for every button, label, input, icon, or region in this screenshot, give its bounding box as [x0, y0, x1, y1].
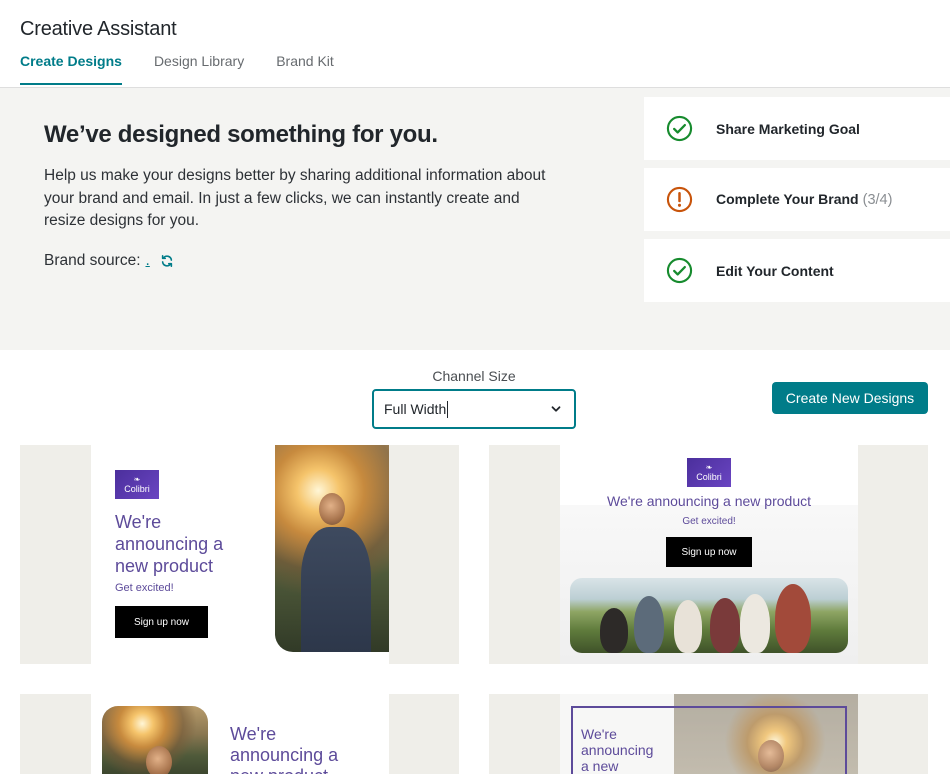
- design-preview: We're announcing a new: [560, 694, 858, 774]
- step-label: Complete Your Brand (3/4): [716, 191, 893, 208]
- design-headline: We're announcing a new product: [607, 493, 811, 509]
- design-cta-button: Sign up now: [115, 606, 208, 638]
- check-circle-icon: [666, 115, 693, 142]
- step-label: Share Marketing Goal: [716, 120, 860, 137]
- headline-line: announcing a: [115, 534, 224, 554]
- channel-size-select[interactable]: Full Width: [372, 389, 576, 429]
- brand-logo: ❧ Colibri: [687, 458, 731, 487]
- text-cursor: [447, 400, 449, 418]
- tab-bar: Create Designs Design Library Brand Kit: [20, 53, 366, 85]
- tab-design-library[interactable]: Design Library: [154, 53, 244, 85]
- headline-line: We're: [581, 726, 617, 742]
- headline-line: We're: [230, 724, 277, 744]
- photo-person: [740, 594, 770, 653]
- check-circle-icon: [666, 257, 693, 284]
- tab-brand-kit[interactable]: Brand Kit: [276, 53, 334, 85]
- hero-title: We’ve designed something for you.: [44, 121, 438, 148]
- design-card-3[interactable]: We're announcing a new product: [20, 694, 459, 774]
- setup-steps: Share Marketing Goal Complete Your Brand…: [644, 97, 950, 310]
- headline-line: a new: [581, 758, 619, 774]
- design-cta-button: Sign up now: [666, 537, 752, 567]
- design-subtext: Get excited!: [115, 582, 174, 594]
- photo-person: [634, 596, 664, 653]
- design-headline: We're announcing a new: [581, 726, 653, 774]
- photo-figure-body: [301, 527, 371, 652]
- brand-source-link[interactable]: .: [146, 252, 150, 270]
- headline-line: new product: [115, 556, 214, 576]
- brand-source-label: Brand source:: [44, 252, 141, 269]
- step-edit-your-content[interactable]: Edit Your Content: [644, 239, 950, 302]
- design-card-4[interactable]: We're announcing a new: [489, 694, 928, 774]
- photo-figure-head: [146, 746, 172, 774]
- logo-text: Colibri: [124, 484, 150, 494]
- design-card-1[interactable]: ❧ Colibri We're announcing a new product…: [20, 445, 459, 664]
- headline-line: new product: [230, 766, 338, 774]
- photo-figure-head: [319, 493, 345, 525]
- design-preview: We're announcing a new product: [91, 694, 389, 774]
- channel-size-value: Full Width: [384, 401, 447, 417]
- design-headline: We're announcing a new product: [230, 724, 338, 774]
- design-headline: We're announcing a new product: [115, 511, 223, 577]
- create-new-designs-button[interactable]: Create New Designs: [772, 382, 928, 414]
- photo-person: [710, 598, 740, 653]
- brand-logo: ❧ Colibri: [115, 470, 159, 499]
- design-preview: ❧ Colibri We're announcing a new product…: [560, 445, 858, 664]
- step-label: Edit Your Content: [716, 262, 834, 279]
- hero-description: Help us make your designs better by shar…: [44, 167, 546, 229]
- design-preview: ❧ Colibri We're announcing a new product…: [91, 445, 389, 664]
- chevron-down-icon: [551, 406, 561, 412]
- step-complete-your-brand[interactable]: Complete Your Brand (3/4): [644, 168, 950, 231]
- headline-line: announcing a: [230, 745, 339, 765]
- headline-line: announcing: [581, 742, 654, 758]
- refresh-icon[interactable]: [160, 254, 174, 268]
- warning-circle-icon: [666, 186, 693, 213]
- photo-person: [600, 608, 628, 653]
- brand-source: Brand source: .: [44, 252, 174, 270]
- logo-text: Colibri: [696, 472, 722, 482]
- creative-assistant-app: Creative Assistant Create Designs Design…: [0, 0, 950, 774]
- channel-size-label: Channel Size: [432, 368, 516, 384]
- headline-line: We're: [115, 512, 162, 532]
- design-subtext: Get excited!: [682, 516, 736, 527]
- man-wine-photo: [102, 706, 208, 774]
- tab-create-designs[interactable]: Create Designs: [20, 53, 122, 85]
- bird-icon: ❧: [133, 475, 141, 484]
- step-progress-count: (3/4): [862, 192, 893, 208]
- step-share-marketing-goal[interactable]: Share Marketing Goal: [644, 97, 950, 160]
- bird-icon: ❧: [705, 463, 713, 472]
- page-header: Creative Assistant Create Designs Design…: [0, 0, 950, 88]
- photo-person: [775, 584, 811, 653]
- hero-panel: We’ve designed something for you. Help u…: [0, 88, 950, 350]
- design-card-2[interactable]: ❧ Colibri We're announcing a new product…: [489, 445, 928, 664]
- app-title: Creative Assistant: [20, 18, 177, 40]
- friends-vineyard-photo: [570, 578, 848, 653]
- photo-person: [674, 600, 702, 653]
- man-wine-photo: [275, 445, 389, 652]
